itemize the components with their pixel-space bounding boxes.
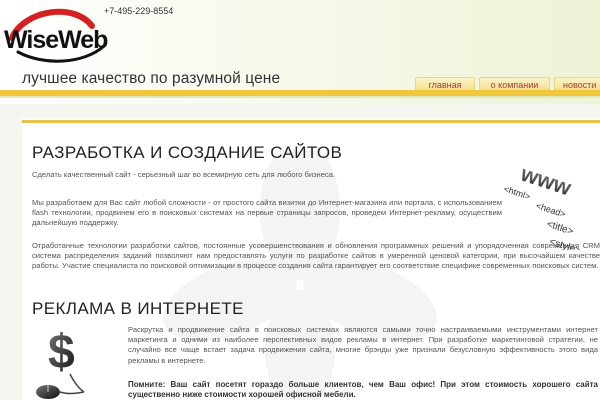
ads-paragraph-1: Раскрутка и продвижение сайта в поисковы…	[128, 325, 598, 365]
svg-text:$: $	[48, 326, 75, 379]
section-title-ads: РЕКЛАМА В ИНТЕРНЕТЕ	[32, 299, 244, 318]
logo-text: WiseWeb	[4, 26, 108, 54]
title-tag-label: <title>	[545, 219, 574, 238]
www-illustration-icon: www <html> <head> <title> <style>	[502, 168, 582, 250]
content-top-border	[22, 120, 600, 123]
style-tag-label: <style>	[548, 236, 582, 250]
site-logo[interactable]: WiseWeb	[4, 8, 114, 68]
dev-paragraph-1: Сделать качественный сайт - серьезный ша…	[32, 170, 336, 179]
dollar-mouse-illustration-icon: $	[36, 326, 85, 399]
phone-number: +7-495-229-8554	[104, 6, 174, 16]
ads-paragraph-2: Помните: Ваш сайт посетят гораздо больше…	[128, 380, 598, 400]
header-divider-shade	[0, 96, 600, 98]
section-title-dev: РАЗРАБОТКА И СОЗДАНИЕ САЙТОВ	[32, 143, 343, 162]
dev-paragraph-2: Мы разработаем для Вас сайт любой сложно…	[32, 198, 502, 228]
head-tag-label: <head>	[535, 200, 567, 219]
site-slogan: лучшее качество по разумной цене	[22, 70, 281, 87]
